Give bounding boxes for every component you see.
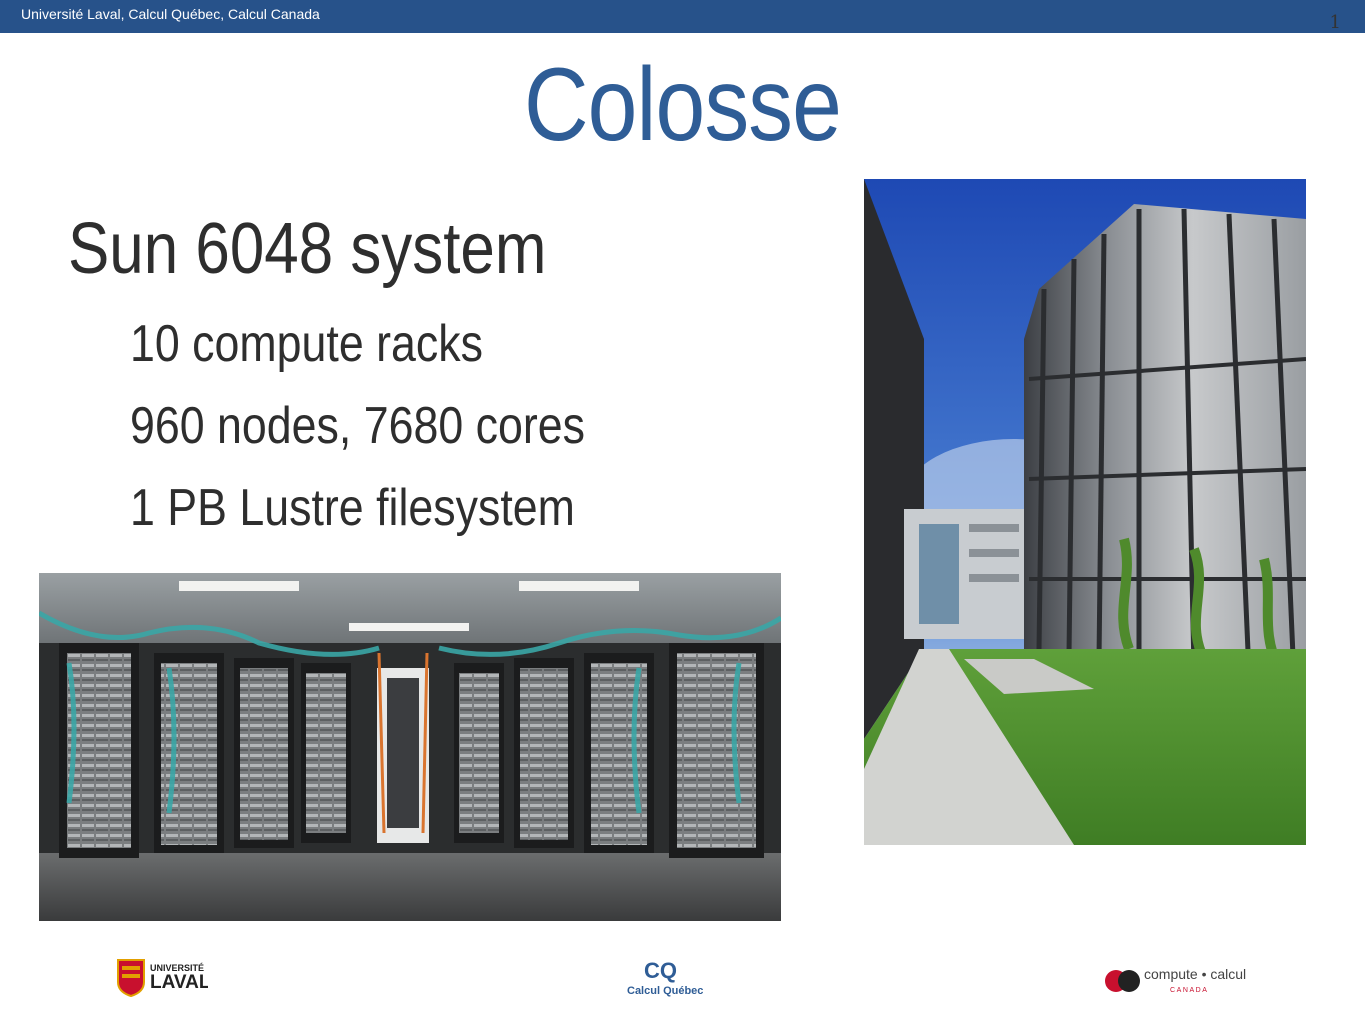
universite-laval-logo: UNIVERSITÉ LAVAL <box>116 958 211 998</box>
sub-bullet: 10 compute racks <box>130 315 483 373</box>
calcul-quebec-logo: CQ Calcul Québec <box>624 958 704 998</box>
slide-title: Colosse <box>523 47 842 163</box>
cc-line1: compute • calcul <box>1144 966 1246 982</box>
building-photo <box>864 179 1306 845</box>
racks-photo <box>39 573 781 921</box>
header-bar: Université Laval, Calcul Québec, Calcul … <box>0 0 1365 33</box>
cq-text: Calcul Québec <box>627 985 703 997</box>
compute-canada-logo: compute • calcul C A N A D A <box>1104 964 1250 996</box>
cq-mark: CQ <box>644 958 677 983</box>
main-bullet: Sun 6048 system <box>68 209 547 289</box>
cc-line2: C A N A D A <box>1170 987 1207 994</box>
sub-bullet: 1 PB Lustre filesystem <box>130 479 575 537</box>
sub-bullet: 960 nodes, 7680 cores <box>130 397 586 455</box>
slide-number: 1 <box>1329 12 1341 33</box>
sub-bullet-list: 10 compute racks 960 nodes, 7680 cores 1… <box>130 310 659 556</box>
laval-line2: LAVAL <box>150 972 208 993</box>
header-org-text: Université Laval, Calcul Québec, Calcul … <box>21 6 320 22</box>
